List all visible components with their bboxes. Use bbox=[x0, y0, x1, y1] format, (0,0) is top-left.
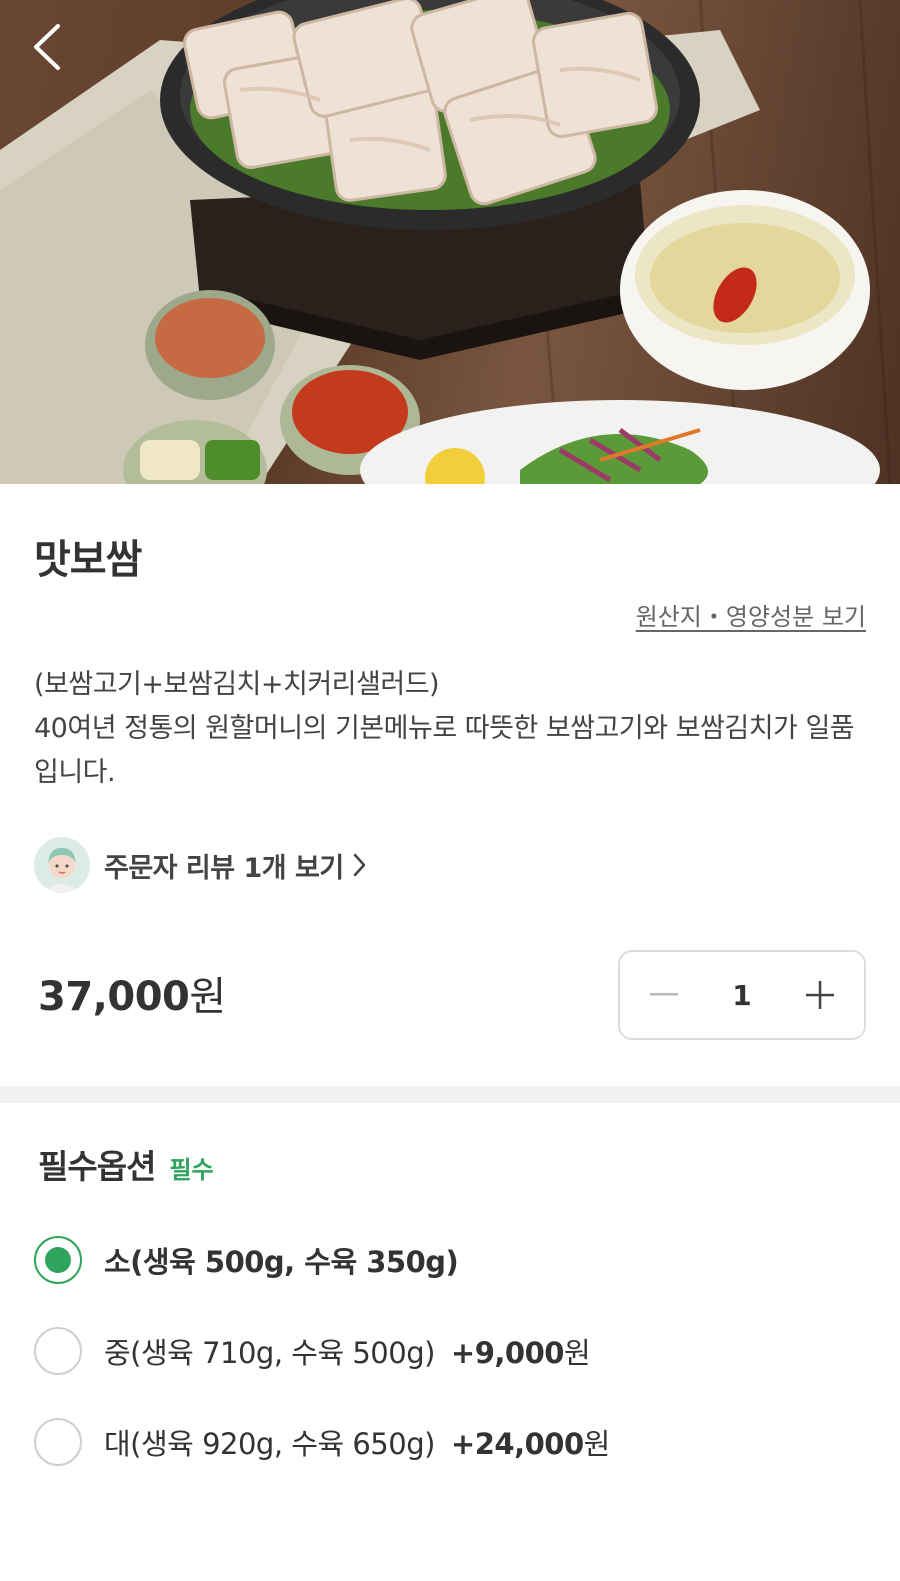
required-options-header: 필수옵션 필수 bbox=[38, 1140, 214, 1188]
menu-description: (보쌈고기+보쌈김치+치커리샐러드) 40여년 정통의 원할머니의 기본메뉴로 … bbox=[34, 663, 866, 795]
extra-amount: +9,000 bbox=[450, 1336, 565, 1370]
increase-quantity-button[interactable] bbox=[800, 975, 840, 1015]
option-medium[interactable]: 중(생육 710g, 수육 500g) +9,000원 bbox=[34, 1326, 591, 1376]
option-extra-price: +9,000원 bbox=[450, 1330, 591, 1372]
extra-unit: 원 bbox=[563, 1336, 591, 1370]
radio-selected-icon[interactable] bbox=[34, 1236, 82, 1284]
minus-icon bbox=[650, 993, 678, 996]
menu-hero-image bbox=[0, 0, 900, 484]
price-amount: 37,000 bbox=[38, 974, 190, 1020]
options-title: 필수옵션 bbox=[38, 1147, 156, 1186]
hero-illustration bbox=[0, 0, 892, 484]
option-extra-price: +24,000원 bbox=[451, 1421, 610, 1463]
back-button[interactable] bbox=[30, 22, 80, 82]
menu-price: 37,000원 bbox=[38, 964, 226, 1022]
required-badge: 필수 bbox=[169, 1156, 214, 1184]
chevron-right-icon bbox=[352, 852, 366, 878]
option-large[interactable]: 대(생육 920g, 수육 650g) +24,000원 bbox=[34, 1417, 610, 1467]
description-line-2: 40여년 정통의 원할머니의 기본메뉴로 따뜻한 보쌈고기와 보쌈김치가 일품입… bbox=[34, 713, 855, 788]
option-label: 중(생육 710g, 수육 500g) bbox=[104, 1336, 435, 1370]
plus-icon bbox=[805, 981, 834, 1009]
decrease-quantity-button[interactable] bbox=[644, 975, 684, 1015]
radio-unselected-icon[interactable] bbox=[34, 1327, 82, 1375]
radio-unselected-icon[interactable] bbox=[34, 1418, 82, 1466]
option-small[interactable]: 소(생육 500g, 수육 350g) bbox=[34, 1235, 459, 1285]
reviewer-avatar-icon bbox=[34, 837, 90, 893]
chevron-left-icon bbox=[34, 24, 60, 70]
quantity-value: 1 bbox=[732, 978, 752, 1012]
extra-amount: +24,000 bbox=[450, 1427, 584, 1461]
review-link[interactable]: 주문자 리뷰 1개 보기 bbox=[34, 836, 366, 894]
origin-nutrition-link[interactable]: 원산지・영양성분 보기 bbox=[636, 597, 866, 632]
extra-unit: 원 bbox=[583, 1427, 611, 1461]
description-line-1: (보쌈고기+보쌈김치+치커리샐러드) bbox=[34, 669, 440, 700]
quantity-stepper: 1 bbox=[618, 950, 866, 1040]
price-unit: 원 bbox=[189, 974, 226, 1020]
option-label: 대(생육 920g, 수육 650g) bbox=[104, 1427, 435, 1461]
section-divider bbox=[0, 1086, 900, 1103]
menu-title: 맛보쌈 bbox=[34, 537, 142, 583]
option-label: 소(생육 500g, 수육 350g) bbox=[104, 1245, 459, 1279]
review-link-label: 주문자 리뷰 1개 보기 bbox=[104, 852, 344, 884]
